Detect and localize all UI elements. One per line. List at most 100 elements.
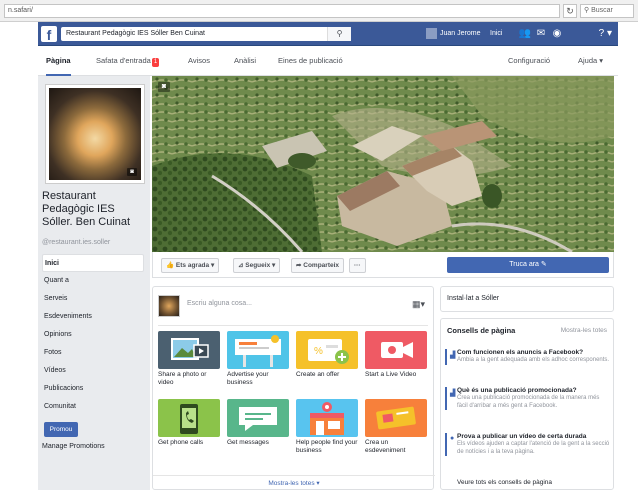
- message-bubble-icon: [227, 399, 289, 437]
- promote-button[interactable]: Promou: [44, 422, 78, 437]
- facebook-logo[interactable]: f: [41, 26, 57, 43]
- media-picker-icon[interactable]: ▦▾: [412, 299, 425, 310]
- page-tabs: Pàgina Safata d'entrada 1 Avisos Anàlisi …: [38, 46, 618, 76]
- tile-share-photo[interactable]: Share a photo or video: [158, 331, 220, 387]
- address-bar[interactable]: n.safari/: [4, 4, 560, 18]
- browser-search-field[interactable]: ⚲ Buscar: [580, 4, 634, 18]
- thumbs-up-icon: 👍: [166, 262, 176, 269]
- lightbulb-icon: ●: [450, 435, 455, 442]
- liked-button[interactable]: 👍 Ets agrada ▾: [161, 258, 220, 273]
- tile-advertise[interactable]: Advertise your business: [227, 331, 289, 387]
- search-icon[interactable]: ⚲: [327, 27, 351, 41]
- page-username[interactable]: @restaurant.ies.soller: [42, 239, 110, 246]
- cover-landscape: [152, 76, 614, 252]
- svg-text:%: %: [314, 346, 323, 357]
- help-icon[interactable]: ? ▾: [599, 26, 612, 42]
- tile-label: Create an offer: [296, 371, 340, 378]
- bar-chart-icon: ▟: [450, 390, 456, 397]
- facebook-top-bar: f Restaurant Pedagògic IES Sóller Ben Cu…: [38, 22, 618, 46]
- avatar: [426, 28, 437, 39]
- user-profile-link[interactable]: Juan Jerome: [426, 28, 480, 40]
- reload-button[interactable]: ↻: [563, 4, 577, 18]
- top-bar-icons: 👥 ✉ ◉: [518, 26, 566, 42]
- page-title: Restaurant Pedagògic IES Sóller. Ben Cui…: [42, 190, 131, 228]
- messages-icon[interactable]: ✉: [534, 26, 548, 42]
- tab-analisi[interactable]: Anàlisi: [234, 46, 256, 76]
- post-composer: Escriu alguna cosa... ▦▾ Share a photo o…: [152, 286, 435, 490]
- all-tips-link[interactable]: Veure tots els consells de pàgina: [457, 479, 552, 486]
- sidebar-item-serveis[interactable]: Serveis: [42, 290, 144, 308]
- tile-label: Start a Live Video: [365, 371, 417, 378]
- manage-promotions-link[interactable]: Manage Promotions: [42, 443, 105, 450]
- avatar: [158, 295, 180, 317]
- tip-title: Què és una publicació promocionada?: [457, 387, 577, 394]
- friends-icon[interactable]: 👥: [518, 26, 532, 42]
- billboard-icon: [227, 331, 289, 369]
- tile-label: Crea un esdeveniment: [365, 439, 406, 454]
- tile-find-business[interactable]: Help people find your business: [296, 399, 358, 455]
- profile-photo-food: ◙: [49, 88, 141, 180]
- sidebar-item-comunitat[interactable]: Comunitat: [42, 398, 144, 416]
- home-link[interactable]: Inici: [490, 28, 502, 40]
- tab-eines[interactable]: Eines de publicació: [278, 46, 343, 76]
- tip-title: Com funcionen els anuncis a Facebook?: [457, 349, 584, 356]
- more-button[interactable]: ···: [349, 258, 366, 273]
- bar-chart-icon: ▟: [450, 352, 456, 359]
- tab-pagina[interactable]: Pàgina: [46, 46, 71, 76]
- browser-search-placeholder: Buscar: [591, 7, 613, 14]
- left-nav: Inici Quant a Serveis Esdeveniments Opin…: [42, 254, 144, 416]
- ticket-icon: [365, 399, 427, 437]
- tile-live-video[interactable]: Start a Live Video: [365, 331, 427, 379]
- sidebar-item-videos[interactable]: Vídeos: [42, 362, 144, 380]
- offer-icon: %: [296, 331, 358, 369]
- camera-icon[interactable]: ◙: [158, 82, 170, 92]
- composer-input[interactable]: Escriu alguna cosa...: [187, 300, 252, 307]
- tip-title: Prova a publicar un vídeo de certa durad…: [457, 433, 587, 440]
- inbox-badge: 1: [151, 58, 160, 67]
- tips-see-all-link[interactable]: Mostra-les totes: [561, 327, 607, 334]
- storefront-icon: [296, 399, 358, 437]
- tip-item[interactable]: ▟ Què és una publicació promocionada? Cr…: [445, 387, 611, 410]
- see-all-link[interactable]: Mostra-les totes ▾: [153, 475, 435, 490]
- photo-video-icon: [158, 331, 220, 369]
- tab-configuracio[interactable]: Configuració: [508, 46, 550, 76]
- sidebar-item-publicacions[interactable]: Publicacions: [42, 380, 144, 398]
- tile-get-messages[interactable]: Get messages: [227, 399, 289, 447]
- tile-create-event[interactable]: Crea un esdeveniment: [365, 399, 427, 455]
- tile-create-offer[interactable]: % Create an offer: [296, 331, 358, 379]
- tile-label: Get phone calls: [158, 439, 204, 446]
- following-button[interactable]: ⊿ Segueix ▾: [233, 258, 281, 273]
- cover-photo[interactable]: ◙: [152, 76, 614, 252]
- left-column: ◙ Restaurant Pedagògic IES Sóller. Ben C…: [38, 76, 150, 490]
- tip-item[interactable]: ▟ Com funcionen els anuncis a Facebook? …: [445, 349, 611, 365]
- tab-safata[interactable]: Safata d'entrada 1: [96, 46, 160, 76]
- profile-picture[interactable]: ◙: [45, 84, 145, 184]
- tile-label: Share a photo or video: [158, 371, 207, 386]
- browser-toolbar: n.safari/ ↻ ⚲ Buscar: [0, 0, 638, 22]
- tips-title: Consells de pàgina: [447, 326, 516, 335]
- sidebar-item-quant-a[interactable]: Quant a: [42, 272, 144, 290]
- facebook-search-input[interactable]: Restaurant Pedagògic IES Sóller Ben Cuin…: [61, 27, 351, 41]
- edit-pencil-icon: ✎: [540, 261, 547, 268]
- live-video-icon: [365, 331, 427, 369]
- tile-label: Advertise your business: [227, 371, 269, 386]
- location-box[interactable]: Instal·lat a Sóller: [440, 286, 614, 312]
- tile-phone-calls[interactable]: Get phone calls: [158, 399, 220, 447]
- sidebar-item-inici[interactable]: Inici: [42, 254, 144, 272]
- notifications-icon[interactable]: ◉: [550, 26, 564, 42]
- phone-icon: [158, 399, 220, 437]
- tip-description: Ambia a la gent adequada amb els adhoc c…: [457, 357, 610, 363]
- share-button[interactable]: ➦ Comparteix: [291, 258, 345, 273]
- camera-icon[interactable]: ◙: [127, 168, 137, 176]
- sidebar-item-opinions[interactable]: Opinions: [42, 326, 144, 344]
- tip-item[interactable]: ● Prova a publicar un vídeo de certa dur…: [445, 433, 611, 456]
- sidebar-item-esdeveniments[interactable]: Esdeveniments: [42, 308, 144, 326]
- call-now-button[interactable]: Truca ara ✎: [447, 257, 609, 273]
- tip-description: Els vídeos ajuden a captar l'atenció de …: [457, 441, 610, 455]
- tab-avisos[interactable]: Avisos: [188, 46, 210, 76]
- tile-label: Get messages: [227, 439, 269, 446]
- tab-ajuda[interactable]: Ajuda ▾: [578, 46, 603, 76]
- divider: [158, 325, 428, 326]
- page-tips-panel: Consells de pàgina Mostra-les totes ▟ Co…: [440, 318, 614, 490]
- sidebar-item-fotos[interactable]: Fotos: [42, 344, 144, 362]
